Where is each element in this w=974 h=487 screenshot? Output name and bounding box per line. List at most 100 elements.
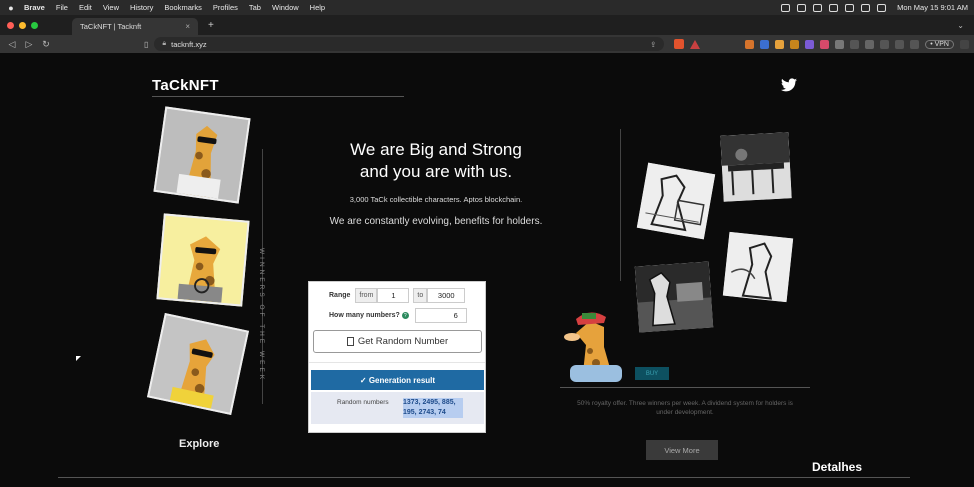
status-icon[interactable] — [813, 3, 823, 12]
brave-rewards-icon[interactable] — [690, 39, 701, 49]
menu-item-profiles[interactable]: Profiles — [213, 3, 238, 12]
browser-toolbar: ◁ ▷ ↻ ▯ 🔒︎ tacknft.xyz ⇪ • VPN — [0, 35, 974, 53]
menu-item-history[interactable]: History — [130, 3, 153, 12]
explore-link[interactable]: Explore — [179, 438, 219, 450]
search-icon[interactable] — [861, 3, 871, 12]
extension-icon[interactable] — [790, 39, 800, 49]
divider — [152, 96, 404, 97]
menu-item-brave[interactable]: Brave — [24, 3, 45, 12]
how-many-input[interactable]: 6 — [414, 308, 467, 323]
to-label: to — [413, 288, 428, 303]
menu-item-window[interactable]: Window — [272, 3, 299, 12]
sketch-art — [634, 261, 714, 333]
sidebar-icon[interactable] — [895, 39, 905, 49]
menu-item-view[interactable]: View — [103, 3, 119, 12]
twitter-icon[interactable] — [781, 78, 797, 92]
help-icon[interactable]: ? — [401, 312, 409, 319]
forward-icon[interactable]: ▷ — [22, 39, 36, 50]
close-tab-icon[interactable]: × — [185, 22, 190, 31]
divider — [309, 362, 485, 363]
hero-section: We are Big and Strong and you are with u… — [300, 139, 572, 227]
extension-icon[interactable] — [805, 39, 815, 49]
wifi-icon[interactable] — [845, 3, 855, 12]
winner-card-2[interactable] — [156, 213, 250, 307]
extension-icon[interactable] — [775, 39, 785, 49]
hero-heading: We are Big and Strong and you are with u… — [300, 139, 572, 183]
close-window-button[interactable] — [7, 22, 14, 29]
address-bar[interactable]: 🔒︎ tacknft.xyz ⇪ — [154, 37, 665, 51]
sketch-art — [720, 132, 792, 202]
new-tab-button[interactable]: + — [208, 20, 214, 31]
detalhes-heading: Detalhes — [812, 460, 863, 474]
to-input[interactable]: 3000 — [427, 288, 466, 303]
window-controls — [7, 22, 38, 29]
apple-icon[interactable]: ● — [6, 3, 16, 13]
royalty-text: 50% royalty offer. Three winners per wee… — [577, 400, 793, 416]
menu-item-file[interactable]: File — [56, 3, 68, 12]
menu-item-tab[interactable]: Tab — [249, 3, 261, 12]
sketch-image-3[interactable] — [722, 231, 794, 303]
hero-subtitle: 3,000 TaCk collectible characters. Aptos… — [349, 195, 523, 204]
extension-icon[interactable] — [820, 39, 830, 49]
sketch-image-2[interactable] — [720, 132, 792, 202]
zoom-window-button[interactable] — [31, 22, 38, 29]
extension-icon[interactable] — [760, 39, 770, 49]
random-number-widget: Range from 1 to 3000 How many numbers? ?… — [308, 281, 486, 433]
sketch-image-1[interactable] — [636, 162, 716, 240]
range-label: Range — [329, 292, 351, 299]
macos-menubar: ● Brave File Edit View History Bookmarks… — [0, 0, 974, 15]
range-row: Range from 1 to 3000 — [329, 288, 466, 303]
divider — [620, 129, 621, 281]
sketch-image-4[interactable] — [634, 261, 714, 333]
back-icon[interactable]: ◁ — [5, 39, 19, 50]
wallet-icon[interactable] — [910, 39, 920, 49]
brave-shield-icon[interactable] — [674, 39, 685, 49]
extension-icon[interactable] — [850, 39, 860, 49]
extensions-row: • VPN — [745, 39, 969, 49]
divider — [58, 477, 910, 478]
winners-of-week-label: WINNERS OF THE WEEK — [258, 248, 265, 383]
mouse-cursor-icon — [76, 356, 81, 361]
extension-icon[interactable] — [835, 39, 845, 49]
extension-icon[interactable] — [745, 39, 755, 49]
giraffe-nft-image — [149, 315, 247, 413]
puzzle-icon[interactable] — [865, 39, 875, 49]
tab-tacknft[interactable]: TaCkNFT | Tacknft × — [72, 18, 198, 35]
status-icon[interactable] — [797, 3, 807, 12]
status-icons: Mon May 15 9:01 AM — [781, 3, 968, 12]
buy-button[interactable]: BUY — [635, 367, 669, 380]
random-numbers-value[interactable]: 1373, 2495, 885, 195, 2743, 74 — [403, 398, 463, 418]
from-input[interactable]: 1 — [377, 288, 410, 303]
hero-line-2: and you are with us. — [359, 162, 513, 181]
how-many-row: How many numbers? ? 6 — [329, 308, 467, 323]
menu-icon[interactable] — [960, 39, 969, 49]
divider — [560, 387, 810, 388]
button-label: Get Random Number — [357, 336, 449, 347]
sketch-art — [636, 162, 716, 240]
winner-card-1[interactable] — [153, 106, 251, 204]
sketch-art — [722, 231, 794, 303]
browser-tabbar: TaCkNFT | Tacknft × + ⌄ — [0, 15, 974, 35]
reload-icon[interactable]: ↻ — [39, 39, 53, 50]
calculator-icon — [346, 337, 354, 346]
lock-icon: 🔒︎ — [162, 40, 167, 47]
control-center-icon[interactable] — [877, 3, 887, 12]
vpn-button[interactable]: • VPN — [925, 39, 954, 49]
bookmark-icon[interactable]: ▯ — [144, 40, 148, 49]
status-icon[interactable] — [781, 3, 791, 12]
download-icon[interactable] — [880, 39, 890, 49]
menu-item-help[interactable]: Help — [310, 3, 325, 12]
get-random-number-button[interactable]: Get Random Number — [313, 330, 482, 353]
view-more-button[interactable]: View More — [646, 440, 718, 460]
battery-icon[interactable] — [829, 3, 839, 12]
result-box: Random numbers 1373, 2495, 885, 195, 274… — [311, 392, 484, 424]
winner-card-3[interactable] — [146, 312, 250, 416]
minimize-window-button[interactable] — [19, 22, 26, 29]
giraffe-mascot-image — [564, 312, 622, 382]
menu-item-edit[interactable]: Edit — [79, 3, 92, 12]
site-logo[interactable]: TaCkNFT — [152, 77, 219, 94]
menubar-clock[interactable]: Mon May 15 9:01 AM — [897, 3, 968, 12]
menu-item-bookmarks[interactable]: Bookmarks — [164, 3, 202, 12]
chevron-down-icon[interactable]: ⌄ — [957, 21, 964, 30]
share-icon[interactable]: ⇪ — [650, 40, 656, 49]
